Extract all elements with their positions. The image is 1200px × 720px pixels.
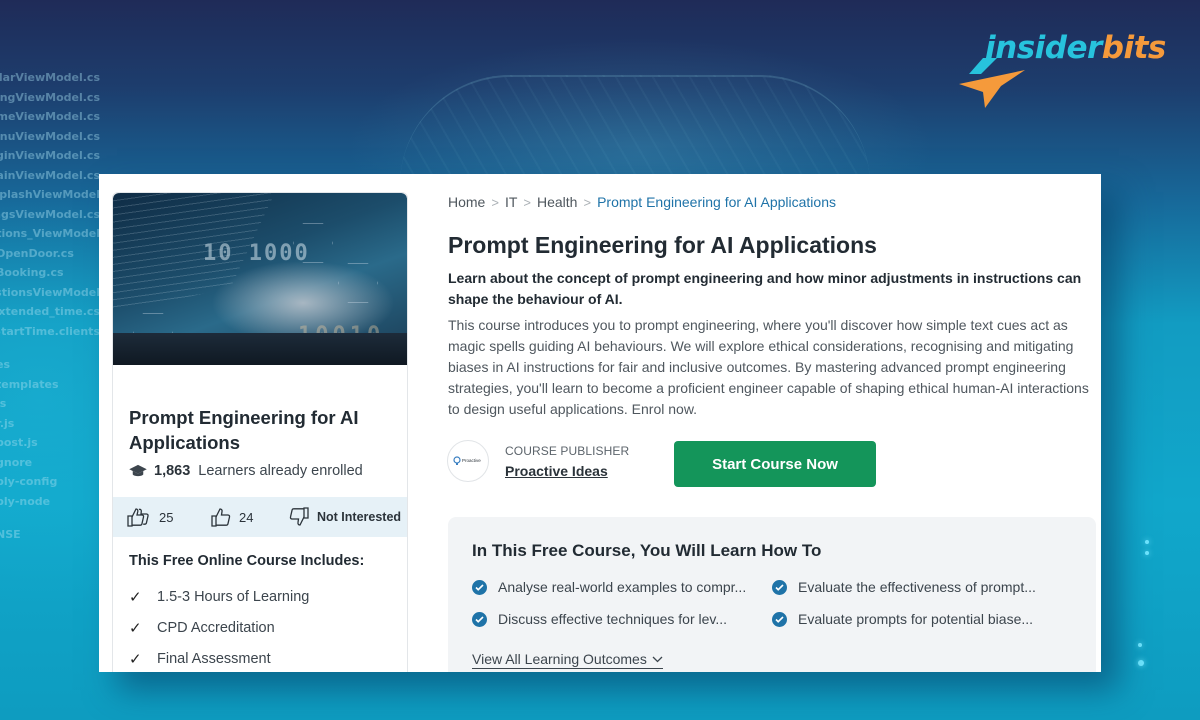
background-code-line: MainViewModel.cs bbox=[0, 168, 100, 182]
not-interested-button[interactable]: Not Interested bbox=[289, 507, 401, 527]
background-code-line: templates bbox=[0, 377, 59, 391]
thumbs-up-icon bbox=[211, 508, 231, 527]
breadcrumb-home[interactable]: Home bbox=[448, 194, 485, 210]
background-code-line: Booking.cs bbox=[0, 266, 64, 279]
includes-item: ✓ Final Assessment bbox=[129, 643, 309, 672]
background-code-line: ply-node bbox=[0, 494, 51, 508]
view-all-label: View All Learning Outcomes bbox=[472, 651, 647, 667]
breadcrumb-current[interactable]: Prompt Engineering for AI Applications bbox=[597, 194, 836, 210]
background-code-line bbox=[0, 511, 100, 525]
background-code-line: SettingsViewModel.cs bbox=[0, 207, 100, 221]
check-icon: ✓ bbox=[129, 588, 142, 606]
course-page-panel: 10 1000 10010 Prompt Engineering for AI … bbox=[99, 174, 1101, 672]
includes-item: ✓ 1.5-3 Hours of Learning bbox=[129, 581, 309, 612]
background-code-line: ply-config bbox=[0, 475, 58, 488]
check-circle-icon bbox=[472, 611, 487, 627]
check-circle-icon bbox=[772, 579, 787, 595]
page-title: Prompt Engineering for AI Applications bbox=[448, 232, 877, 258]
outcome-label: Discuss effective techniques for lev... bbox=[498, 611, 728, 627]
start-course-button[interactable]: Start Course Now bbox=[674, 441, 876, 487]
breadcrumb: Home > IT > Health > Prompt Engineering … bbox=[448, 194, 836, 210]
enrolled-info: 1,863 Learners already enrolled bbox=[129, 463, 363, 479]
insiderbits-logo[interactable]: insiderbits bbox=[955, 30, 1166, 110]
outcome-item: Evaluate prompts for potential biase... bbox=[772, 609, 1072, 629]
logo-text-bits: bits bbox=[1101, 30, 1167, 66]
includes-item-label: Final Assessment bbox=[157, 650, 271, 667]
includes-list: ✓ 1.5-3 Hours of Learning ✓ CPD Accreditat… bbox=[129, 581, 309, 672]
check-icon: ✓ bbox=[129, 650, 142, 668]
publisher-logo-text: Proactive bbox=[462, 458, 481, 463]
learning-outcomes-box: In This Free Course, You Will Learn How … bbox=[448, 517, 1096, 672]
check-circle-icon bbox=[472, 579, 487, 595]
includes-title: This Free Online Course Includes: bbox=[129, 553, 365, 569]
background-code-line: NSE bbox=[0, 528, 21, 541]
background-code-line: Extended_time.cs bbox=[0, 305, 100, 318]
background-code-line: es bbox=[0, 358, 11, 371]
publisher-logo[interactable]: Proactive bbox=[447, 440, 489, 482]
course-image: 10 1000 10010 bbox=[113, 193, 407, 365]
not-interested-label: Not Interested bbox=[317, 510, 402, 524]
background-code-line: MenuViewModel.cs bbox=[0, 129, 100, 143]
publisher-name-link[interactable]: Proactive Ideas bbox=[505, 463, 629, 479]
includes-item: ✓ CPD Accreditation bbox=[129, 612, 309, 643]
background-code-line: gnore bbox=[0, 455, 33, 469]
chevron-right-icon: > bbox=[491, 194, 499, 210]
lightbulb-icon: Proactive bbox=[453, 456, 481, 465]
image-binary-text: 10 1000 bbox=[203, 241, 310, 266]
thumbs-down-icon bbox=[289, 507, 309, 526]
outcome-item: Analyse real-world examples to compr... bbox=[472, 577, 772, 597]
chevron-down-icon bbox=[652, 656, 663, 662]
outcome-item: Discuss effective techniques for lev... bbox=[472, 609, 772, 629]
outcome-label: Evaluate prompts for potential biase... bbox=[798, 611, 1034, 627]
background-code-line bbox=[0, 341, 100, 355]
background-code-list: CalendarViewModel.cs BookingViewModel.cs H… bbox=[0, 68, 100, 545]
enrolled-count: 1,863 bbox=[154, 463, 191, 479]
check-circle-icon bbox=[772, 611, 787, 627]
breadcrumb-health[interactable]: Health bbox=[537, 194, 577, 210]
background-code-line: Notifications_ViewModel bbox=[0, 227, 100, 240]
background-code-line: HomeViewModel.cs bbox=[0, 110, 100, 123]
course-publisher: Proactive COURSE PUBLISHER Proactive Ide… bbox=[447, 440, 629, 482]
love-count: 25 bbox=[159, 509, 174, 525]
background-code-line: r.js bbox=[0, 416, 15, 430]
double-thumbs-up-icon bbox=[127, 508, 149, 527]
outcome-label: Analyse real-world examples to compr... bbox=[498, 579, 747, 595]
background-code-line: js bbox=[0, 397, 7, 410]
chevron-right-icon: > bbox=[583, 194, 592, 210]
love-button[interactable]: 25 bbox=[127, 507, 173, 527]
brain-illustration bbox=[400, 75, 870, 185]
background-code-line: SuggestionsViewModel bbox=[0, 285, 100, 299]
outcomes-grid: Analyse real-world examples to compr... … bbox=[472, 577, 1092, 629]
feedback-bar: 25 24 Not Interested bbox=[113, 497, 407, 537]
background-code-line: ExtendedSplashViewModel bbox=[0, 188, 100, 201]
includes-item-label: CPD Accreditation bbox=[157, 619, 275, 636]
learning-outcomes-title: In This Free Course, You Will Learn How … bbox=[472, 541, 822, 560]
background-code-line: LoginViewModel.cs bbox=[0, 149, 100, 162]
logo-arrow-icon bbox=[959, 58, 1025, 108]
course-description: This course introduces you to prompt eng… bbox=[448, 317, 1089, 417]
like-count: 24 bbox=[239, 509, 254, 525]
background-code-line: CalendarViewModel.cs bbox=[0, 71, 100, 84]
background-code-line: BookingViewModel.cs bbox=[0, 90, 100, 104]
graduation-cap-icon bbox=[129, 464, 147, 477]
enrolled-label: Learners already enrolled bbox=[198, 463, 363, 479]
includes-item-label: 1.5-3 Hours of Learning bbox=[157, 588, 310, 605]
view-all-outcomes-link[interactable]: View All Learning Outcomes bbox=[472, 651, 663, 669]
course-subtitle: Learn about the concept of prompt engine… bbox=[448, 270, 1082, 307]
chevron-right-icon: > bbox=[523, 194, 531, 210]
check-icon: ✓ bbox=[129, 619, 142, 637]
publisher-label: COURSE PUBLISHER bbox=[505, 443, 630, 458]
background-code-line: OpenDoor.cs bbox=[0, 246, 74, 260]
publisher-text: COURSE PUBLISHER Proactive Ideas bbox=[505, 444, 629, 479]
card-title: Prompt Engineering for AI Applications bbox=[129, 407, 359, 453]
like-button[interactable]: 24 bbox=[211, 507, 253, 527]
outcome-item: Evaluate the effectiveness of prompt... bbox=[772, 577, 1072, 597]
course-card: 10 1000 10010 Prompt Engineering for AI … bbox=[112, 192, 408, 672]
outcome-label: Evaluate the effectiveness of prompt... bbox=[798, 579, 1036, 595]
background-code-line: post.js bbox=[0, 436, 38, 449]
background-code-line: StartTime.clients bbox=[0, 324, 100, 338]
breadcrumb-it[interactable]: IT bbox=[505, 194, 517, 210]
